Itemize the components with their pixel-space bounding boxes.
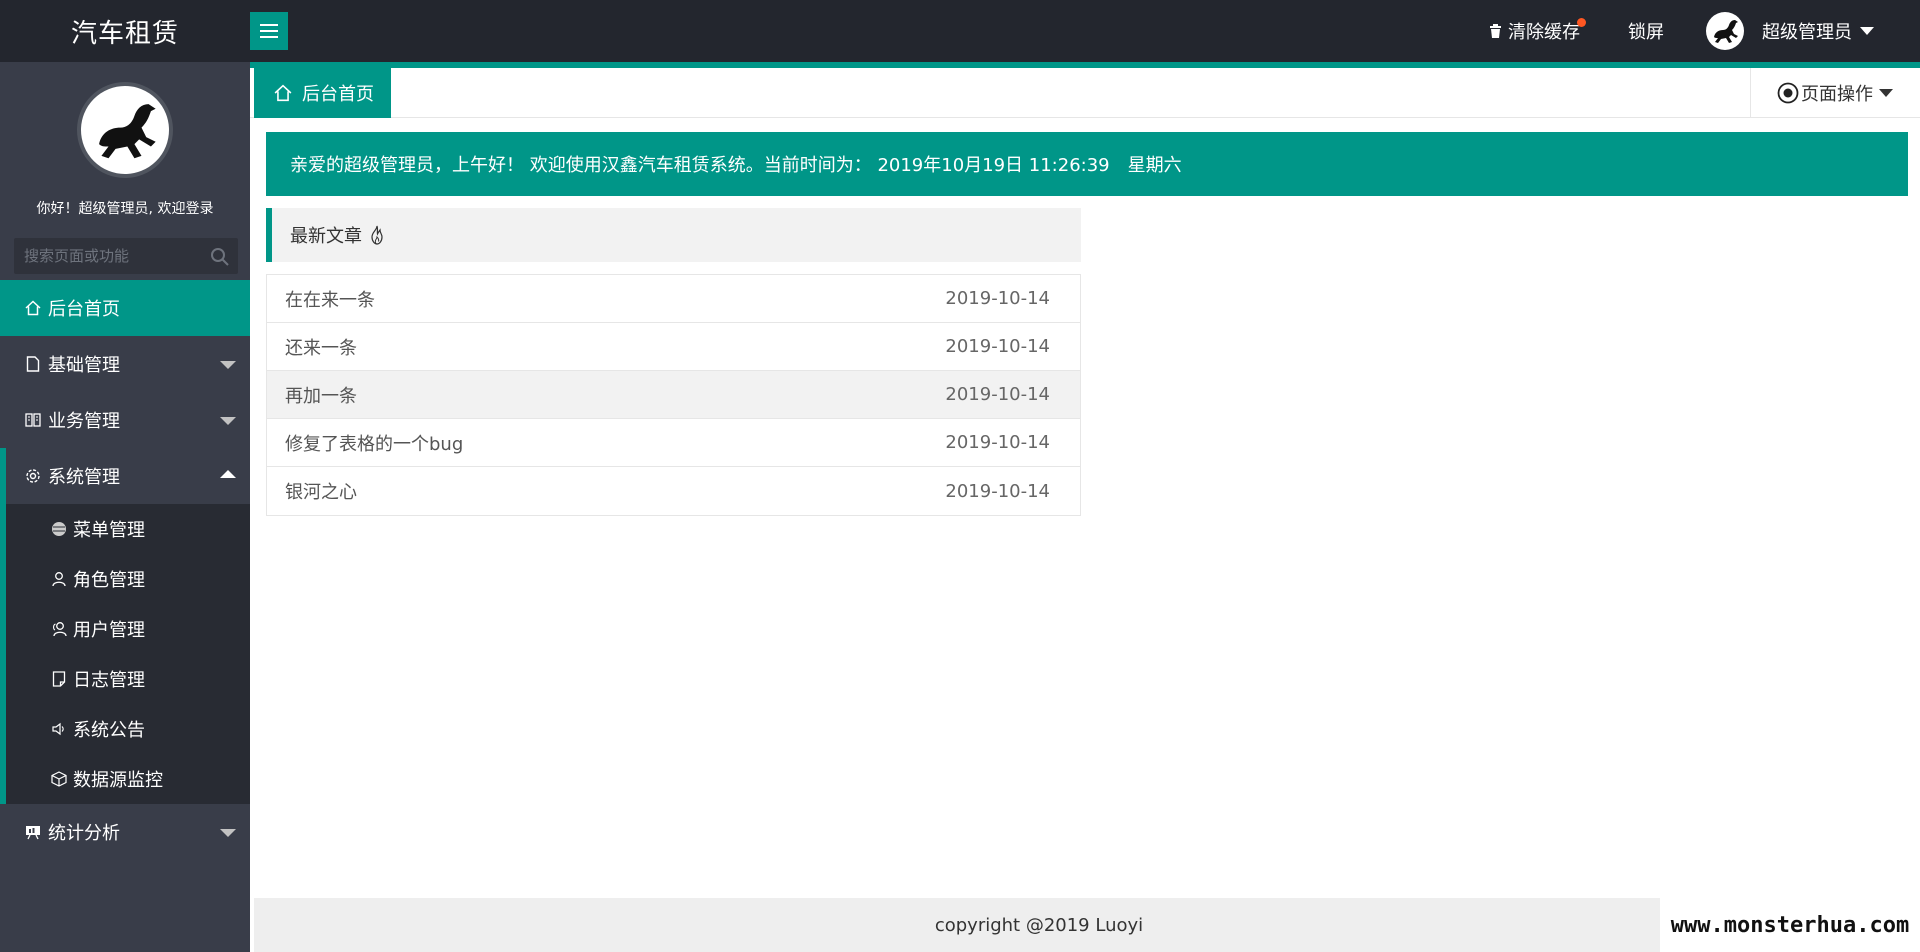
tab-bar: 后台首页 页面操作 (250, 68, 1920, 118)
notification-dot (1577, 18, 1586, 27)
search-input[interactable] (14, 238, 238, 274)
welcome-text: 你好！超级管理员, 欢迎登录 (36, 201, 214, 217)
horse-logo-icon (99, 104, 156, 159)
table-row[interactable]: 修复了表格的一个bug 2019-10-14 (267, 419, 1080, 467)
sub-item-label: 菜单管理 (73, 520, 145, 541)
sidebar-item-log-manage[interactable]: 日志管理 (0, 654, 250, 704)
search-icon[interactable] (210, 247, 230, 271)
welcome-banner: 亲爱的超级管理员，上午好！ 欢迎使用汉鑫汽车租赁系统。当前时间为： 2019年1… (266, 132, 1908, 196)
sidebar-item-business[interactable]: 业务管理 (0, 392, 250, 448)
file-icon (24, 355, 42, 373)
sidebar-search (14, 238, 238, 274)
sidebar-item-datasource[interactable]: 数据源监控 (0, 754, 250, 804)
sidebar-nav: 后台首页 基础管理 业务管理 系统管理 菜单管理 角色管理 用户管理 日志管理 … (0, 280, 250, 860)
sidebar-item-role-manage[interactable]: 角色管理 (0, 554, 250, 604)
horse-logo-icon (1714, 20, 1738, 43)
article-title: 修复了表格的一个bug (285, 433, 464, 455)
article-date: 2019-10-14 (945, 384, 1050, 405)
table-row[interactable]: 还来一条 2019-10-14 (267, 323, 1080, 371)
gear-icon (24, 467, 42, 485)
article-title: 再加一条 (285, 385, 357, 407)
note-icon (50, 670, 68, 688)
sub-item-label: 系统公告 (73, 720, 145, 741)
chart-board-icon (24, 823, 42, 841)
fire-icon (368, 225, 386, 245)
hamburger-icon (260, 24, 278, 38)
user-menu[interactable]: 超级管理员 (1688, 0, 1920, 62)
avatar (1706, 12, 1744, 50)
sidebar-item-label: 基础管理 (48, 355, 120, 376)
sidebar-user-info: 你好！超级管理员, 欢迎登录 (0, 62, 250, 237)
table-row[interactable]: 银河之心 2019-10-14 (267, 467, 1080, 515)
tab-label: 后台首页 (302, 84, 374, 105)
radio-dot-icon (1777, 82, 1799, 104)
top-header: 汽车租赁 清除缓存 锁屏 超级管理员 (0, 0, 1920, 62)
sidebar-item-label: 统计分析 (48, 823, 120, 844)
sidebar-item-menu-manage[interactable]: 菜单管理 (0, 504, 250, 554)
latest-articles-header: 最新文章 (266, 208, 1081, 262)
menu-toggle-button[interactable] (250, 12, 288, 50)
article-title: 在在来一条 (285, 289, 375, 311)
chevron-down-icon (220, 417, 236, 425)
article-date: 2019-10-14 (945, 480, 1050, 502)
lock-screen-button[interactable]: 锁屏 (1598, 0, 1688, 62)
article-date: 2019-10-14 (945, 432, 1050, 453)
home-icon (24, 299, 42, 317)
trash-icon (1489, 24, 1502, 38)
chevron-up-icon (220, 470, 236, 478)
sub-item-label: 日志管理 (73, 670, 145, 691)
sidebar-item-label: 后台首页 (48, 299, 120, 320)
speaker-icon (50, 720, 68, 738)
sidebar-item-statistics[interactable]: 统计分析 (0, 804, 250, 860)
watermark: www.monsterhua.com (1660, 898, 1920, 952)
main-content: 亲爱的超级管理员，上午好！ 欢迎使用汉鑫汽车租赁系统。当前时间为： 2019年1… (254, 118, 1920, 898)
book-icon (24, 411, 42, 429)
latest-articles-table: 在在来一条 2019-10-14 还来一条 2019-10-14 再加一条 20… (266, 274, 1081, 516)
table-row[interactable]: 再加一条 2019-10-14 (267, 371, 1080, 419)
sidebar-item-home[interactable]: 后台首页 (0, 280, 250, 336)
lock-screen-label: 锁屏 (1628, 22, 1664, 43)
sub-item-label: 数据源监控 (73, 770, 163, 791)
person-icon (50, 570, 68, 588)
article-date: 2019-10-14 (945, 288, 1050, 309)
chevron-down-icon (220, 361, 236, 369)
header-actions: 清除缓存 锁屏 超级管理员 (1471, 0, 1920, 62)
article-title: 银河之心 (285, 482, 357, 503)
cube-icon (50, 770, 68, 788)
app-logo[interactable]: 汽车租赁 (0, 0, 250, 62)
sidebar-item-label: 业务管理 (48, 411, 120, 432)
sub-item-label: 角色管理 (73, 570, 145, 591)
circle-icon (50, 520, 68, 538)
caret-down-icon (1860, 27, 1874, 35)
sidebar-item-basic[interactable]: 基础管理 (0, 336, 250, 392)
clear-cache-label: 清除缓存 (1508, 22, 1580, 43)
caret-down-icon (1879, 89, 1893, 97)
user-name: 超级管理员 (1762, 22, 1852, 43)
chevron-down-icon (220, 829, 236, 837)
sidebar-item-system[interactable]: 系统管理 (0, 448, 250, 504)
clear-cache-button[interactable]: 清除缓存 (1471, 0, 1598, 62)
sidebar-item-label: 系统管理 (48, 467, 120, 488)
copyright-text: copyright @2019 Luoyi (934, 914, 1144, 936)
user-group-icon (50, 620, 68, 638)
tab-home[interactable]: 后台首页 (254, 68, 391, 118)
article-date: 2019-10-14 (945, 336, 1050, 357)
page-operations-dropdown[interactable]: 页面操作 (1750, 68, 1920, 118)
sidebar-item-notice[interactable]: 系统公告 (0, 704, 250, 754)
article-title: 还来一条 (285, 337, 357, 359)
avatar[interactable] (77, 82, 173, 178)
system-submenu: 菜单管理 角色管理 用户管理 日志管理 系统公告 数据源监控 (0, 504, 250, 804)
page-ops-label: 页面操作 (1801, 84, 1873, 105)
panel-title: 最新文章 (290, 226, 362, 247)
sidebar-item-user-manage[interactable]: 用户管理 (0, 604, 250, 654)
sub-item-label: 用户管理 (73, 620, 145, 641)
table-row[interactable]: 在在来一条 2019-10-14 (267, 275, 1080, 323)
home-icon (274, 84, 292, 102)
